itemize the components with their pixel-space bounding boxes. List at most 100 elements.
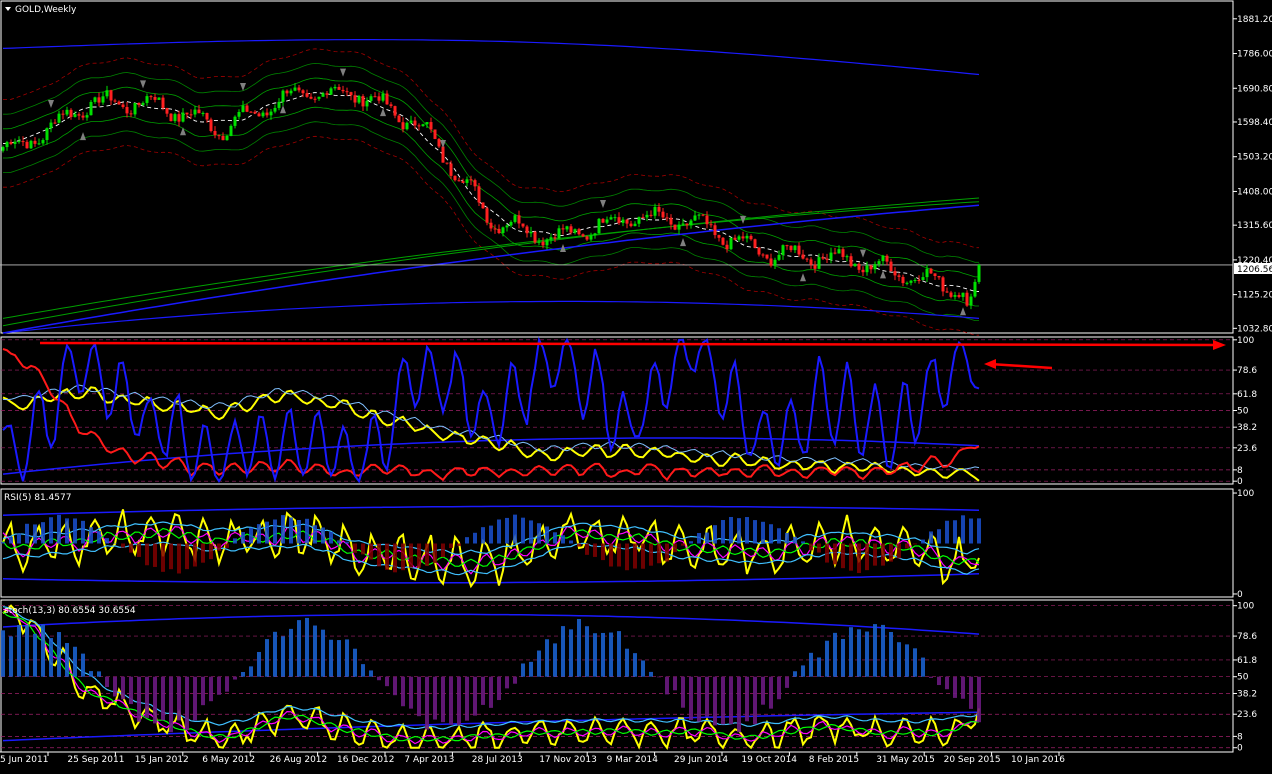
candle-body (37, 143, 41, 145)
stoch-histogram-bar (153, 676, 157, 724)
rsi-histogram-bar (521, 517, 525, 544)
candle-body (665, 217, 669, 219)
axis-tick-label: 1881.20 (1237, 15, 1272, 25)
price-axes: 1881.20 1786.00 1690.80 1598.40 1503.20 1408.… (1233, 15, 1272, 754)
stoch-histogram-bar (713, 676, 717, 726)
candle-body (301, 90, 305, 94)
stoch-histogram-bar (833, 632, 837, 677)
candle-body (881, 255, 885, 262)
rsi-histogram-bar (441, 543, 445, 558)
fractal-down-arrow (340, 68, 346, 77)
stoch-histogram-bar (241, 671, 245, 677)
candle-body (513, 215, 517, 222)
candle-body (657, 206, 661, 212)
rsi-histogram-bar (793, 536, 797, 544)
candle-body (813, 264, 817, 269)
rsi-histogram-bar (401, 543, 405, 571)
candle-body (901, 276, 905, 284)
candle-body (425, 122, 429, 125)
candle-body (205, 112, 209, 120)
rsi-histogram-bar (385, 543, 389, 570)
candle-body (497, 228, 501, 233)
candle-body (697, 214, 701, 216)
rsi-histogram-bar (513, 514, 517, 544)
fractal-down-arrow (440, 140, 446, 149)
rsi-histogram-bar (73, 518, 77, 544)
rsi-histogram-bar (201, 543, 205, 563)
candle-body (257, 113, 261, 117)
rsi-histogram-bar (817, 543, 821, 553)
rsi-histogram-bar (849, 543, 853, 571)
candle-body (761, 254, 765, 256)
candle-body (577, 229, 581, 235)
rsi-histogram-bar (729, 516, 733, 544)
candle-body (5, 142, 9, 148)
candle-body (69, 109, 73, 117)
stoch-histogram-bar (1, 630, 5, 677)
axis-tick-label: 100 (1237, 336, 1254, 346)
candle-body (633, 223, 637, 227)
stoch-histogram-bar (641, 660, 645, 677)
candle-body (9, 142, 13, 144)
rsi-histogram-bar (361, 543, 365, 555)
rsi-histogram-bar (697, 533, 701, 544)
candle-body (293, 87, 297, 91)
stoch-histogram-bar (769, 676, 773, 709)
candle-body (501, 227, 505, 233)
candle-body (289, 90, 293, 94)
candle-body (533, 231, 537, 243)
stoch-histogram-bar (105, 676, 109, 688)
candle-body (145, 96, 149, 103)
candle-body (81, 115, 85, 118)
rsi-histogram-bar (161, 543, 165, 572)
candle-body (405, 122, 409, 130)
candle-body (245, 105, 249, 112)
candle-body (29, 140, 33, 149)
stoch-histogram-bar (921, 657, 925, 677)
stoch-histogram-bar (233, 676, 237, 680)
candle-body (237, 112, 241, 117)
stoch-histogram-bar (97, 671, 101, 677)
time-axis: 5 Jun 2011 25 Sep 2011 15 Jan 2012 6 May 20… (0, 751, 1233, 765)
candle-body (969, 296, 973, 306)
candle-body (381, 93, 385, 101)
candle-body (681, 223, 685, 225)
candle-body (273, 107, 277, 112)
stoch-histogram-bar (385, 676, 389, 687)
rsi-histogram-bar (65, 518, 69, 544)
candle-body (485, 208, 489, 223)
stoch-histogram-bar (849, 627, 853, 677)
fractal-up-arrow (800, 273, 806, 282)
rsi-histogram-bar (649, 543, 653, 566)
candle-body (605, 219, 609, 223)
candle-body (61, 113, 65, 115)
axis-tick-label: 23.6 (1237, 710, 1257, 720)
rsi-histogram-bar (345, 541, 349, 544)
stoch-histogram-bar (737, 676, 741, 733)
stoch-histogram-bar (561, 626, 565, 677)
rsi-histogram-bar (497, 519, 501, 544)
rsi-histogram-bar (217, 543, 221, 551)
candle-body (337, 86, 341, 90)
rsi-histogram-bar (785, 532, 789, 544)
candle-body (473, 180, 477, 187)
candle-body (285, 90, 289, 94)
candle-body (829, 252, 833, 260)
candle-body (137, 103, 141, 105)
rsi-histogram-bar (193, 543, 197, 567)
rsi-histogram-bar (305, 518, 309, 544)
arc-band (2, 505, 980, 516)
candle-body (977, 264, 981, 282)
candle-body (89, 101, 93, 116)
stoch-histogram-bar (681, 676, 685, 708)
collapse-triangle-icon[interactable] (5, 7, 11, 11)
candle-body (169, 113, 173, 122)
candle-body (165, 107, 169, 114)
axis-tick-label: 38.2 (1237, 423, 1257, 433)
axis-tick-label: 1690.80 (1237, 84, 1272, 94)
candle-body (345, 91, 349, 93)
candle-body (913, 280, 917, 282)
rsi-histogram-bar (737, 518, 741, 544)
rsi-histogram-bar (705, 532, 709, 544)
price-pane-title[interactable]: GOLD,Weekly (5, 5, 77, 15)
